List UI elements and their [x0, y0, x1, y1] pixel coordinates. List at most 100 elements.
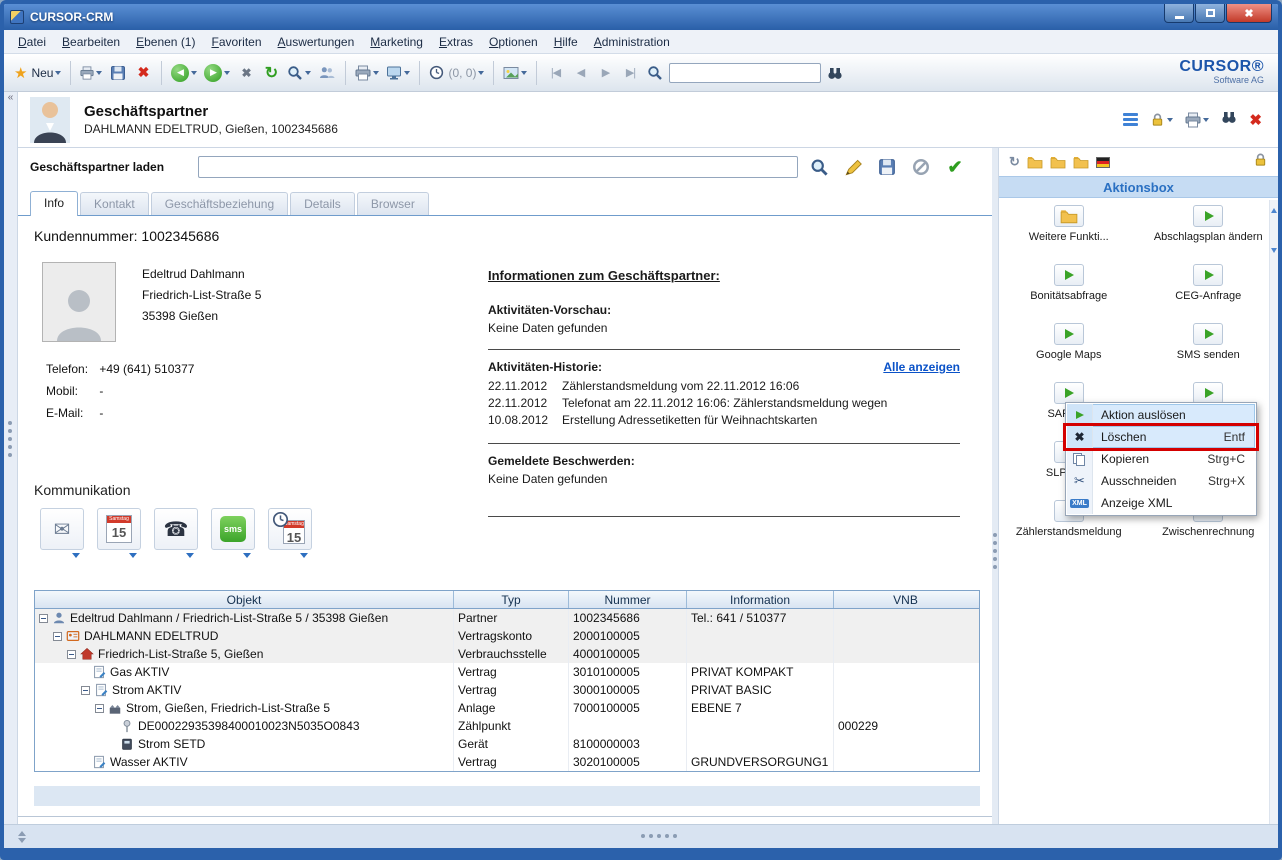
history-item[interactable]: 22.11.2012Zählerstandsmeldung vom 22.11.… [488, 378, 960, 395]
refresh-button[interactable]: ↻ [260, 60, 282, 86]
table-row[interactable]: Strom AKTIV Vertrag 3000100005 PRIVAT BA… [35, 681, 979, 699]
counter-button[interactable]: (0, 0) [427, 60, 486, 86]
quick-search-button[interactable] [644, 60, 666, 86]
confirm-button[interactable]: ✔ [942, 155, 968, 179]
menu-ebenen[interactable]: Ebenen (1) [128, 32, 203, 52]
folder-run-icon[interactable] [1073, 154, 1089, 170]
action-abschlagsplan[interactable]: Abschlagsplan ändern [1139, 200, 1279, 259]
table-row[interactable]: Gas AKTIV Vertrag 3010100005 PRIVAT KOMP… [35, 663, 979, 681]
back-button[interactable]: ◀ [169, 60, 199, 86]
expander-icon[interactable] [39, 614, 48, 623]
maximize-button[interactable] [1195, 4, 1225, 23]
left-splitter-handle[interactable] [8, 421, 12, 457]
alle-anzeigen-link[interactable]: Alle anzeigen [883, 360, 960, 374]
save-button[interactable] [107, 60, 129, 86]
minimize-button[interactable] [1164, 4, 1194, 23]
action-ceg-anfrage[interactable]: CEG-Anfrage [1139, 259, 1279, 318]
menu-extras[interactable]: Extras [431, 32, 481, 52]
menu-item-anzeige-xml[interactable]: XML Anzeige XML [1067, 492, 1255, 514]
nav-next-button[interactable]: ▶ [594, 60, 616, 86]
splitter-handle[interactable] [993, 533, 997, 569]
menu-item-kopieren[interactable]: Kopieren Strg+C [1067, 448, 1255, 470]
table-row[interactable]: Edeltrud Dahlmann / Friedrich-List-Straß… [35, 609, 979, 627]
table-row[interactable]: Friedrich-List-Straße 5, Gießen Verbrauc… [35, 645, 979, 663]
cancel-button[interactable]: ✖ [235, 60, 257, 86]
folder-add-icon[interactable] [1050, 154, 1066, 170]
expander-icon[interactable] [67, 650, 76, 659]
history-item[interactable]: 22.11.2012Telefonat am 22.11.2012 16:06:… [488, 395, 960, 412]
save-record-button[interactable] [874, 155, 900, 179]
expander-icon[interactable] [81, 686, 90, 695]
menu-datei[interactable]: Datei [10, 32, 54, 52]
menu-item-ausschneiden[interactable]: ✂ Ausschneiden Strg+X [1067, 470, 1255, 492]
menu-optionen[interactable]: Optionen [481, 32, 546, 52]
menu-favoriten[interactable]: Favoriten [203, 32, 269, 52]
tab-kontakt[interactable]: Kontakt [80, 192, 149, 215]
new-button[interactable]: ★ Neu [12, 60, 63, 86]
nav-first-button[interactable]: |◀ [544, 60, 566, 86]
bottom-splitter-handle[interactable] [641, 834, 677, 838]
table-row[interactable]: Wasser AKTIV Vertrag 3020100005 GRUNDVER… [35, 753, 979, 771]
lookup-button[interactable] [806, 155, 832, 179]
col-vnb[interactable]: VNB [834, 591, 977, 608]
header-search-button[interactable] [1221, 109, 1237, 130]
folder-up-icon[interactable] [1027, 154, 1043, 170]
close-record-button[interactable]: ✖ [1249, 111, 1262, 129]
menu-toggle-button[interactable] [1123, 113, 1138, 126]
appointment-button[interactable]: Samstag15 [97, 508, 141, 550]
close-button[interactable]: ✖ [1226, 4, 1272, 23]
aktionsbox-scrollbar[interactable] [1269, 200, 1278, 824]
tab-info[interactable]: Info [30, 191, 78, 216]
task-button[interactable]: Samstag15 [268, 508, 312, 550]
print-list-button[interactable] [353, 60, 381, 86]
col-information[interactable]: Information [687, 591, 834, 608]
nav-prev-button[interactable]: ◀ [569, 60, 591, 86]
find-button[interactable] [824, 60, 846, 86]
header-print-button[interactable] [1185, 112, 1209, 128]
bottom-resize-strip[interactable] [4, 824, 1278, 848]
left-collapse-panel[interactable]: « [4, 92, 18, 824]
print-button[interactable] [78, 60, 104, 86]
history-item[interactable]: 10.08.2012Erstellung Adressetiketten für… [488, 412, 960, 429]
menu-bearbeiten[interactable]: Bearbeiten [54, 32, 128, 52]
nav-last-button[interactable]: ▶| [619, 60, 641, 86]
table-row[interactable]: Strom, Gießen, Friedrich-List-Straße 5 A… [35, 699, 979, 717]
partner-load-input[interactable] [198, 156, 798, 178]
rights-button[interactable] [316, 60, 338, 86]
expander-icon[interactable] [53, 632, 62, 641]
menu-marketing[interactable]: Marketing [362, 32, 431, 52]
collapse-left-icon[interactable]: « [4, 92, 17, 103]
col-objekt[interactable]: Objekt [35, 591, 454, 608]
image-button[interactable] [501, 60, 529, 86]
delete-button[interactable]: ✖ [132, 60, 154, 86]
menu-item-aktion-ausloesen[interactable]: Aktion auslösen [1067, 404, 1255, 426]
tab-browser[interactable]: Browser [357, 192, 429, 215]
scroll-down-icon[interactable] [1270, 246, 1277, 255]
phone-call-button[interactable]: ☎ [154, 508, 198, 550]
col-nummer[interactable]: Nummer [569, 591, 687, 608]
bottom-collapse-handle[interactable] [18, 831, 26, 843]
view-button[interactable] [384, 60, 412, 86]
tab-details[interactable]: Details [290, 192, 355, 215]
col-typ[interactable]: Typ [454, 591, 569, 608]
email-button[interactable]: ✉ [40, 508, 84, 550]
discard-button[interactable] [908, 155, 934, 179]
table-row[interactable]: Strom SETD Gerät 8100000003 [35, 735, 979, 753]
toolbar-search-input[interactable] [669, 63, 821, 83]
menu-hilfe[interactable]: Hilfe [546, 32, 586, 52]
table-scroll-band[interactable] [34, 786, 980, 806]
menu-administration[interactable]: Administration [586, 32, 678, 52]
lock-button[interactable] [1150, 112, 1173, 127]
action-google-maps[interactable]: Google Maps [999, 318, 1139, 377]
advanced-search-button[interactable] [285, 60, 313, 86]
edit-button[interactable] [840, 155, 866, 179]
table-row[interactable]: DAHLMANN EDELTRUD Vertragskonto 20001000… [35, 627, 979, 645]
action-bonitaetsabfrage[interactable]: Bonitätsabfrage [999, 259, 1139, 318]
menu-auswertungen[interactable]: Auswertungen [270, 32, 363, 52]
menu-item-loeschen[interactable]: ✖ Löschen Entf [1067, 426, 1255, 448]
lock-icon[interactable] [1253, 152, 1268, 167]
sync-icon[interactable]: ↻ [1009, 154, 1020, 170]
sms-button[interactable]: sms [211, 508, 255, 550]
table-row[interactable]: DE00022935398400010023N5035O0843 Zählpun… [35, 717, 979, 735]
forward-button[interactable]: ▶ [202, 60, 232, 86]
